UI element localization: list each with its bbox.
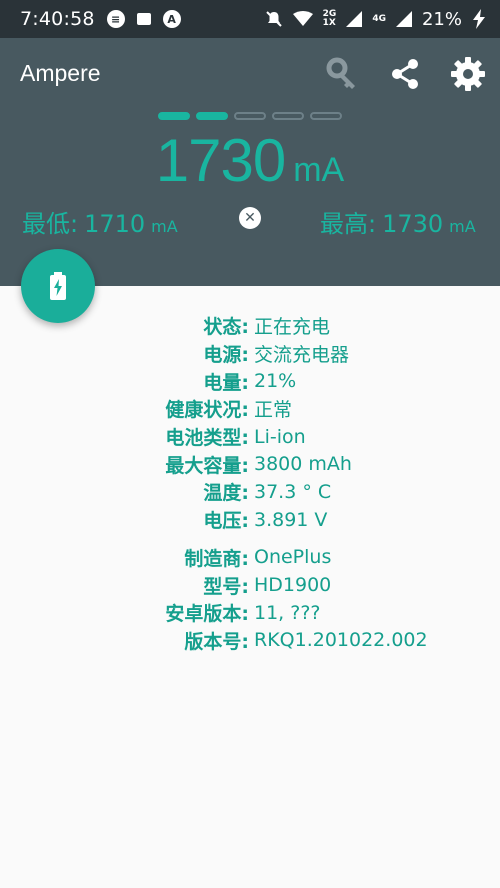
level-dash-1	[158, 112, 190, 120]
info-value: Li-ion	[254, 425, 306, 448]
battery-info-list: 状态: 正在充电 电源: 交流充电器 电量: 21% 健康状况: 正常 电池类型…	[0, 312, 500, 654]
min-unit: mA	[151, 217, 178, 236]
info-key: 版本号:	[184, 630, 249, 653]
battery-percent: 21%	[421, 8, 462, 30]
gear-icon[interactable]	[448, 54, 488, 94]
max-unit: mA	[449, 217, 476, 236]
info-key: 电压:	[203, 510, 249, 533]
info-key: 安卓版本:	[165, 603, 249, 626]
info-key: 型号:	[203, 575, 249, 598]
info-row-type: 电池类型: Li-ion	[0, 423, 500, 451]
message-notification-icon: ≡	[106, 10, 125, 28]
network-4g-label: 4G	[372, 13, 386, 24]
level-dash-2	[196, 112, 228, 120]
app-title: Ampere	[20, 60, 101, 86]
mute-icon	[265, 11, 282, 27]
info-key: 温度:	[203, 482, 249, 505]
info-row-status: 状态: 正在充电	[0, 312, 500, 340]
level-dash-3	[234, 112, 266, 120]
info-row-capacity: 最大容量: 3800 mAh	[0, 450, 500, 478]
info-key: 状态:	[203, 316, 249, 339]
info-row-build-number: 版本号: RKQ1.201022.002	[0, 627, 500, 655]
info-row-temperature: 温度: 37.3 ° C	[0, 478, 500, 506]
status-bar: 7:40:58 ≡ A 2G 1X 4G 21%	[0, 0, 500, 38]
info-value: 3800 mAh	[254, 453, 352, 476]
info-row-health: 健康状况: 正常	[0, 395, 500, 423]
info-key: 电源:	[203, 344, 249, 367]
reset-minmax-icon[interactable]: ✕	[239, 207, 261, 229]
info-row-source: 电源: 交流充电器	[0, 340, 500, 368]
info-key: 健康状况:	[165, 399, 249, 422]
status-time: 7:40:58	[20, 8, 95, 30]
info-value: OnePlus	[254, 546, 332, 569]
share-icon[interactable]	[385, 54, 425, 94]
info-key: 电量:	[203, 371, 249, 394]
info-value: 正在充电	[254, 316, 331, 339]
min-value: 1710	[84, 210, 146, 238]
max-value: 1730	[382, 210, 444, 238]
app-notification-icon: A	[162, 10, 181, 28]
info-value: 21%	[254, 370, 297, 393]
max-reading: 最高: 1730 mA	[320, 204, 476, 239]
current-reading: 1730 mA	[0, 126, 500, 195]
max-label: 最高:	[320, 210, 377, 238]
info-key: 制造商:	[184, 547, 249, 570]
info-key: 最大容量:	[165, 454, 249, 477]
signal-icon-2	[395, 11, 412, 27]
info-value: 正常	[254, 399, 293, 422]
current-value: 1730	[155, 127, 286, 194]
chat-notification-icon	[136, 13, 151, 25]
info-value: 11, ???	[254, 601, 321, 624]
info-value: 交流充电器	[254, 344, 350, 367]
info-key: 电池类型:	[165, 427, 249, 450]
info-value: 3.891 V	[254, 508, 328, 531]
network-type-label: 2G 1X	[322, 9, 337, 28]
info-row-model: 型号: HD1900	[0, 571, 500, 599]
key-icon[interactable]	[322, 54, 362, 94]
info-value: RKQ1.201022.002	[254, 629, 428, 652]
level-dash-4	[272, 112, 304, 120]
info-row-android-version: 安卓版本: 11, ???	[0, 599, 500, 627]
meter-header: Ampere 1730 mA 最低: 1710 mA ✕ 最高: 1730 mA	[0, 38, 500, 286]
wifi-icon	[292, 11, 313, 26]
min-reading: 最低: 1710 mA	[22, 204, 178, 239]
info-value: 37.3 ° C	[254, 480, 332, 503]
info-row-voltage: 电压: 3.891 V	[0, 506, 500, 534]
info-row-manufacturer: 制造商: OnePlus	[0, 544, 500, 572]
level-indicator	[158, 112, 342, 120]
min-label: 最低:	[22, 210, 79, 238]
info-value: HD1900	[254, 574, 332, 597]
charging-bolt-icon	[473, 9, 485, 29]
level-dash-5	[310, 112, 342, 120]
current-unit: mA	[293, 151, 345, 189]
battery-charging-icon	[50, 272, 66, 300]
signal-icon-1	[346, 11, 363, 27]
info-row-level: 电量: 21%	[0, 367, 500, 395]
